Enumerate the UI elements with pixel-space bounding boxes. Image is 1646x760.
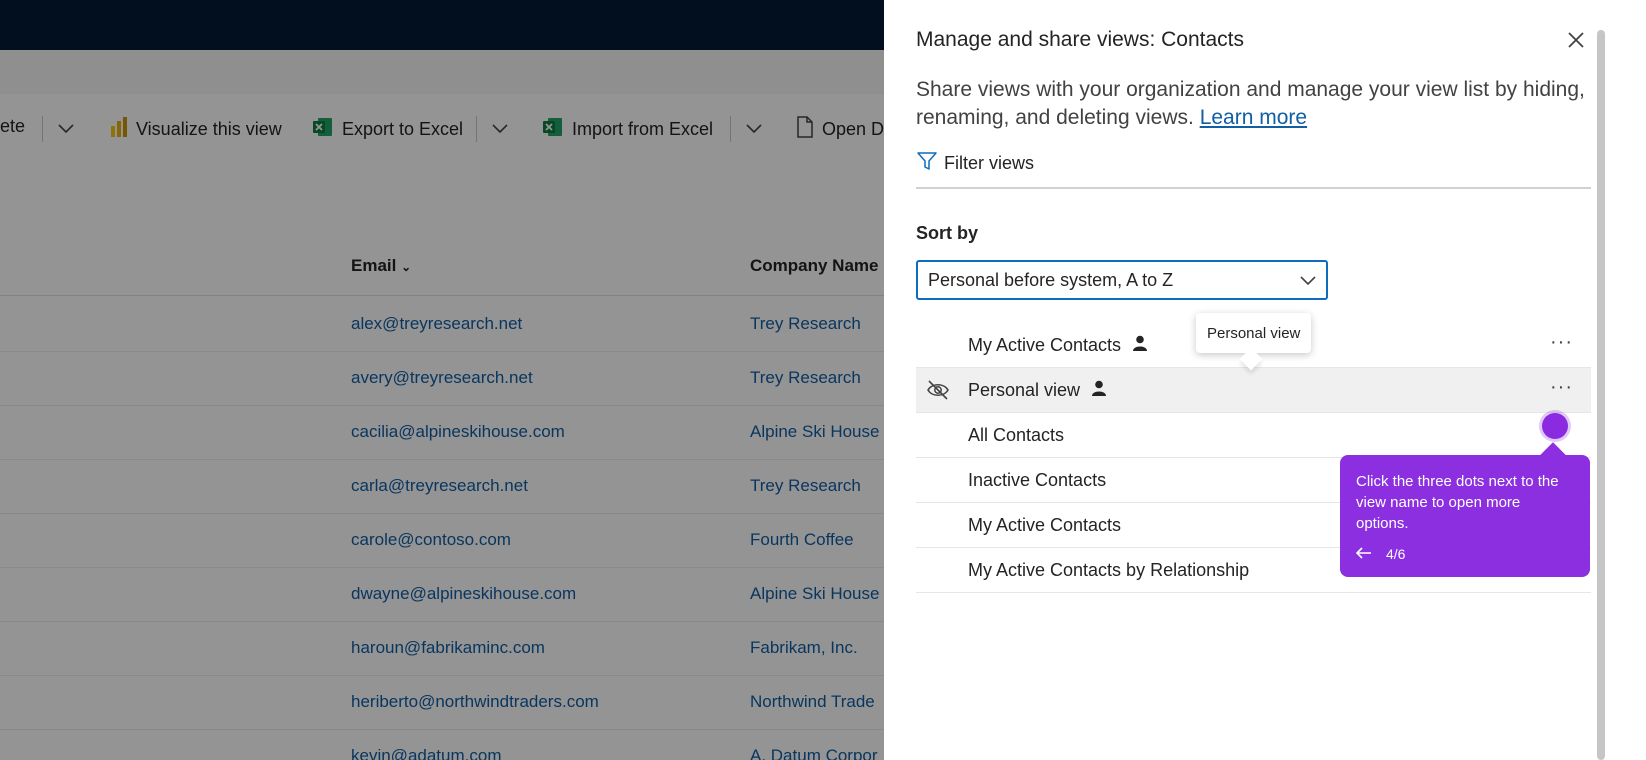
sort-dropdown[interactable]: Personal before system, A to Z [916,260,1328,300]
panel-title: Manage and share views: Contacts [916,28,1245,51]
view-name: Inactive Contacts [968,469,1107,490]
view-name: Personal view [968,380,1107,401]
learn-more-link[interactable]: Learn more [1200,106,1307,129]
filter-label: Filter views [944,153,1035,173]
close-button[interactable] [1562,28,1590,56]
guide-text: Click the three dots next to the view na… [1356,473,1559,532]
view-name: My Active Contacts by Relationship [968,559,1250,580]
arrow-left-icon[interactable] [1355,546,1372,562]
guide-hotspot[interactable] [1542,413,1568,439]
eye-hidden-icon[interactable] [926,379,950,401]
view-name: My Active Contacts [968,335,1148,356]
panel-scrollbar[interactable] [1597,30,1605,760]
tooltip: Personal view [1196,313,1312,353]
guide-step-counter: 4/6 [1386,546,1406,562]
person-icon [1133,335,1148,356]
sort-by-label: Sort by [916,223,979,243]
close-icon [1567,31,1585,54]
more-options-button[interactable]: ··· [1550,376,1573,399]
panel-description: Share views with your organization and m… [916,76,1596,132]
filter-views-button[interactable]: Filter views [916,150,1034,177]
view-name: All Contacts [968,424,1065,445]
view-row[interactable]: All Contacts [916,413,1591,458]
chevron-down-icon [1300,270,1316,291]
guide-footer: 4/6 [1355,546,1574,562]
filter-divider [916,187,1591,189]
modal-overlay[interactable] [0,0,884,760]
more-options-button[interactable]: ··· [1550,331,1573,354]
view-name: My Active Contacts [968,514,1122,535]
person-icon [1092,380,1107,401]
view-row[interactable]: Personal view ··· [916,368,1591,413]
guide-callout: Click the three dots next to the view na… [1340,455,1590,577]
filter-icon [916,150,938,177]
sort-value: Personal before system, A to Z [928,269,1174,290]
